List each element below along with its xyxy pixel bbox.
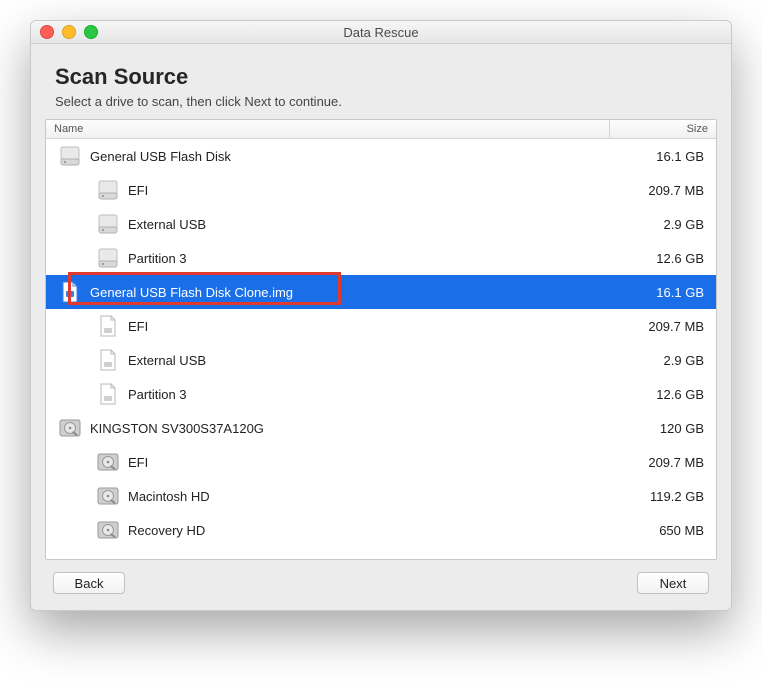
row-name-cell: KINGSTON SV300S37A120G — [46, 416, 614, 440]
window-close-button[interactable] — [40, 25, 54, 39]
internal-disk-icon — [96, 450, 120, 474]
window: Data Rescue Scan Source Select a drive t… — [30, 20, 732, 611]
table-row[interactable]: External USB 2.9 GB — [46, 343, 716, 377]
row-name-label: EFI — [128, 455, 148, 470]
table-row[interactable]: EFI 209.7 MB — [46, 445, 716, 479]
table-row[interactable]: General USB Flash Disk Clone.img 16.1 GB — [46, 275, 716, 309]
row-name-label: Macintosh HD — [128, 489, 210, 504]
external-disk-icon — [96, 246, 120, 270]
row-name-label: Partition 3 — [128, 251, 187, 266]
titlebar: Data Rescue — [31, 21, 731, 44]
col-name-header[interactable]: Name — [46, 120, 610, 138]
window-minimize-button[interactable] — [62, 25, 76, 39]
internal-disk-icon — [96, 518, 120, 542]
row-name-cell: EFI — [46, 450, 614, 474]
row-size-label: 209.7 MB — [614, 183, 716, 198]
content-area: Scan Source Select a drive to scan, then… — [31, 44, 731, 610]
row-name-label: EFI — [128, 183, 148, 198]
row-name-label: General USB Flash Disk Clone.img — [90, 285, 293, 300]
table-row[interactable]: Partition 3 12.6 GB — [46, 241, 716, 275]
row-name-label: Recovery HD — [128, 523, 205, 538]
disk-image-file-icon — [58, 280, 82, 304]
row-size-label: 12.6 GB — [614, 387, 716, 402]
document-icon — [96, 348, 120, 372]
row-name-cell: External USB — [46, 212, 614, 236]
table-row[interactable]: KINGSTON SV300S37A120G 120 GB — [46, 411, 716, 445]
table-row[interactable]: Recovery HD 650 MB — [46, 513, 716, 547]
row-size-label: 16.1 GB — [614, 149, 716, 164]
table-row[interactable]: EFI 209.7 MB — [46, 173, 716, 207]
window-zoom-button[interactable] — [84, 25, 98, 39]
row-name-label: General USB Flash Disk — [90, 149, 231, 164]
row-size-label: 120 GB — [614, 421, 716, 436]
document-icon — [96, 382, 120, 406]
row-name-label: Partition 3 — [128, 387, 187, 402]
row-size-label: 12.6 GB — [614, 251, 716, 266]
table-row[interactable]: General USB Flash Disk 16.1 GB — [46, 139, 716, 173]
footer: Back Next — [45, 560, 717, 598]
row-name-cell: External USB — [46, 348, 614, 372]
table-body: General USB Flash Disk 16.1 GB EFI 209.7 MB… — [46, 139, 716, 559]
external-disk-icon — [58, 144, 82, 168]
row-name-label: External USB — [128, 353, 206, 368]
table-row[interactable]: EFI 209.7 MB — [46, 309, 716, 343]
document-icon — [96, 314, 120, 338]
row-name-cell: Partition 3 — [46, 382, 614, 406]
row-name-cell: General USB Flash Disk Clone.img — [46, 280, 614, 304]
table-header: Name Size — [46, 120, 716, 139]
window-title: Data Rescue — [31, 25, 731, 40]
row-size-label: 209.7 MB — [614, 455, 716, 470]
external-disk-icon — [96, 178, 120, 202]
row-size-label: 119.2 GB — [614, 489, 716, 504]
row-size-label: 650 MB — [614, 523, 716, 538]
internal-disk-icon — [58, 416, 82, 440]
back-button[interactable]: Back — [53, 572, 125, 594]
row-name-cell: Recovery HD — [46, 518, 614, 542]
row-name-cell: EFI — [46, 314, 614, 338]
row-size-label: 2.9 GB — [614, 353, 716, 368]
drive-table: Name Size General USB Flash Disk 16.1 GB E… — [45, 119, 717, 560]
row-name-label: External USB — [128, 217, 206, 232]
row-size-label: 16.1 GB — [614, 285, 716, 300]
page-heading: Scan Source — [55, 64, 717, 90]
next-button[interactable]: Next — [637, 572, 709, 594]
external-disk-icon — [96, 212, 120, 236]
table-row[interactable]: External USB 2.9 GB — [46, 207, 716, 241]
col-size-header[interactable]: Size — [610, 120, 716, 138]
page-subheading: Select a drive to scan, then click Next … — [55, 94, 717, 109]
row-name-label: KINGSTON SV300S37A120G — [90, 421, 264, 436]
row-name-cell: EFI — [46, 178, 614, 202]
internal-disk-icon — [96, 484, 120, 508]
row-name-cell: Partition 3 — [46, 246, 614, 270]
row-size-label: 2.9 GB — [614, 217, 716, 232]
row-size-label: 209.7 MB — [614, 319, 716, 334]
table-row[interactable]: Macintosh HD 119.2 GB — [46, 479, 716, 513]
table-row[interactable]: Partition 3 12.6 GB — [46, 377, 716, 411]
row-name-label: EFI — [128, 319, 148, 334]
row-name-cell: Macintosh HD — [46, 484, 614, 508]
row-name-cell: General USB Flash Disk — [46, 144, 614, 168]
